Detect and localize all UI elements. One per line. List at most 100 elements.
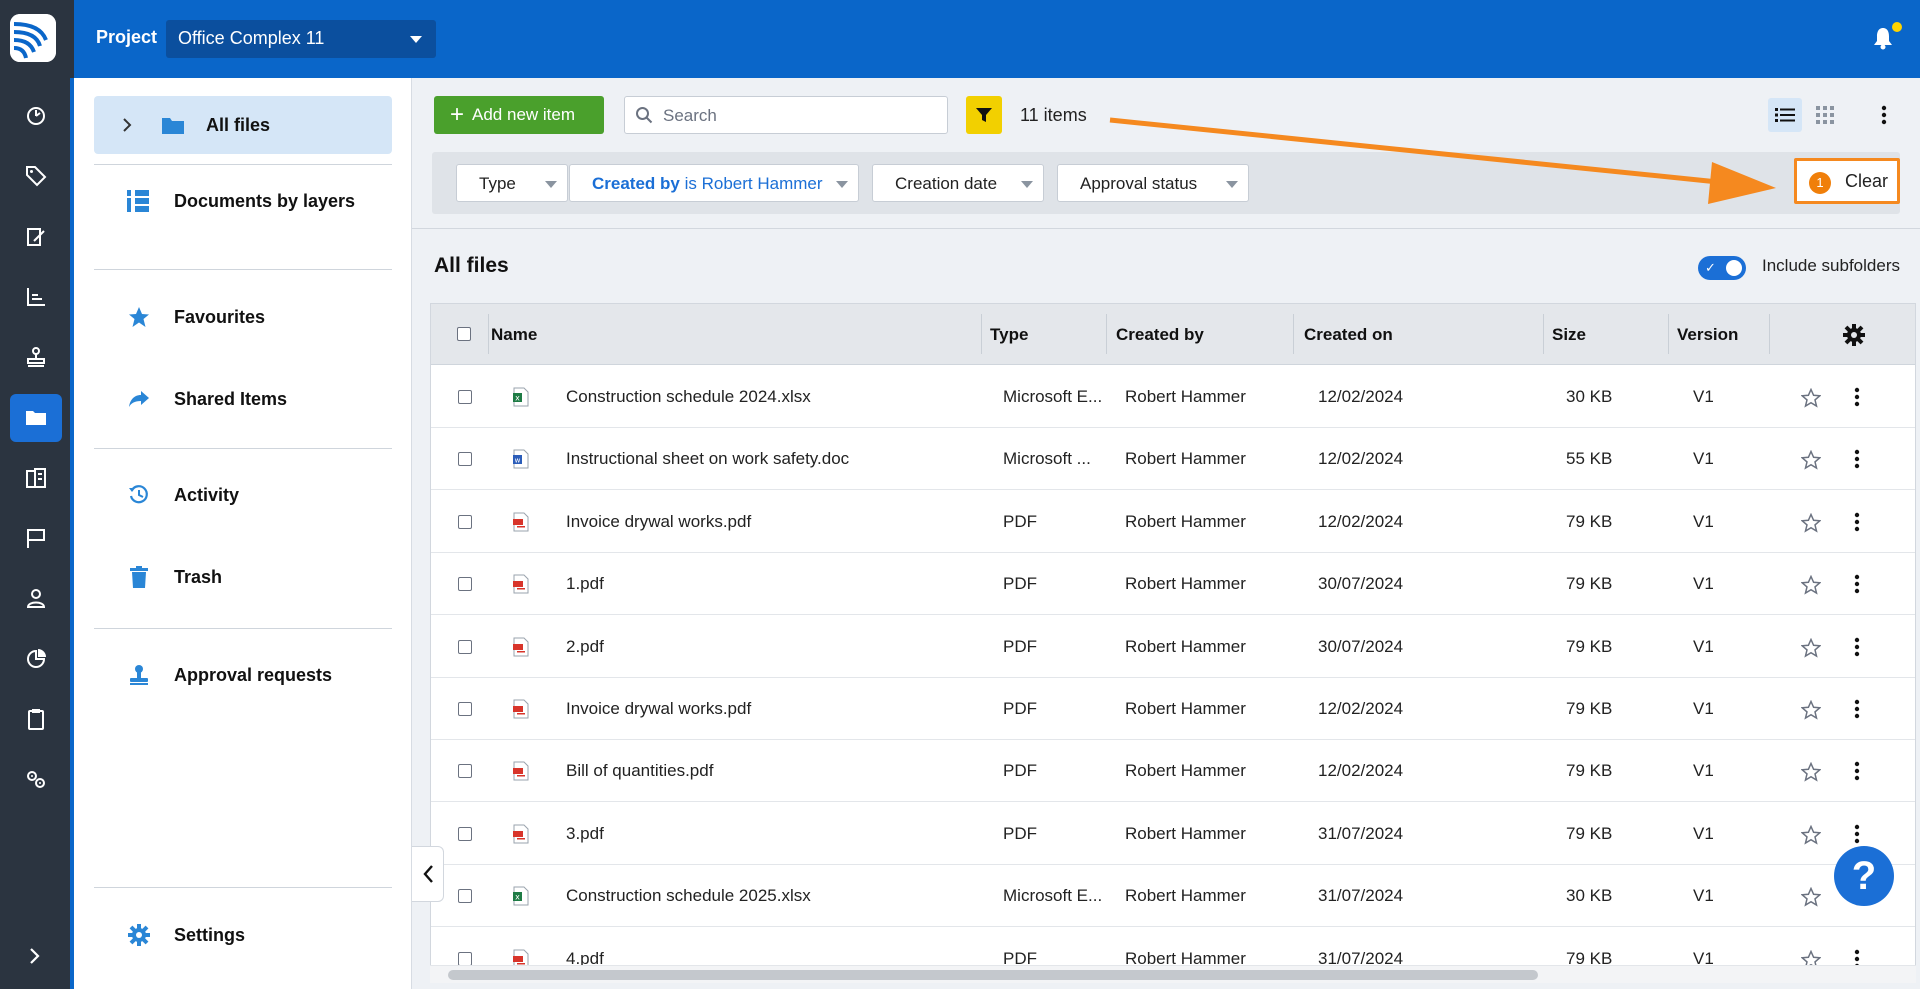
rail-clipboard-button[interactable] (10, 695, 62, 743)
row-checkbox[interactable] (458, 764, 472, 779)
collapse-panel-button[interactable] (412, 846, 444, 902)
kebab-icon[interactable] (1853, 698, 1861, 720)
rail-buildings-button[interactable] (10, 454, 62, 502)
rail-flag-button[interactable] (10, 514, 62, 562)
table-row[interactable]: Invoice drywal works.pdf PDF Robert Hammer… (431, 678, 1915, 740)
buildings-icon (26, 467, 46, 488)
add-new-item-button[interactable]: + Add new item (434, 96, 604, 134)
nav-trash[interactable]: Trash (94, 548, 392, 606)
search-input[interactable]: Search (624, 96, 948, 134)
expand-rail-icon[interactable] (24, 946, 44, 966)
kebab-icon[interactable] (1853, 573, 1861, 595)
star-icon[interactable] (1801, 700, 1821, 720)
file-name[interactable]: Bill of quantities.pdf (566, 761, 966, 781)
rail-user-button[interactable] (10, 574, 62, 622)
app-logo[interactable] (10, 14, 56, 62)
col-name[interactable]: Name (491, 325, 537, 345)
filter-creation-date[interactable]: Creation date (872, 164, 1044, 202)
share-icon (126, 386, 152, 412)
file-type: PDF (1003, 823, 1037, 843)
kebab-icon[interactable] (1853, 448, 1861, 470)
file-name[interactable]: Invoice drywal works.pdf (566, 512, 966, 532)
file-name[interactable]: 2.pdf (566, 637, 966, 657)
col-created-on[interactable]: Created on (1304, 325, 1393, 345)
help-button[interactable]: ? (1834, 846, 1894, 906)
nav-settings[interactable]: Settings (94, 906, 392, 964)
nav-approval-requests[interactable]: Approval requests (94, 646, 392, 704)
kebab-icon[interactable] (1853, 511, 1861, 533)
bell-icon[interactable] (1872, 26, 1894, 50)
col-created-by[interactable]: Created by (1116, 325, 1204, 345)
star-icon[interactable] (1801, 575, 1821, 595)
file-type: PDF (1003, 636, 1037, 656)
row-checkbox[interactable] (458, 452, 472, 467)
star-icon[interactable] (1801, 512, 1821, 533)
file-name[interactable]: Construction schedule 2025.xlsx (566, 886, 966, 906)
nav-activity[interactable]: Activity (94, 466, 392, 524)
table-row[interactable]: 2.pdf PDF Robert Hammer 30/07/2024 79 KB V1 (431, 616, 1915, 678)
chevron-right-icon[interactable] (120, 116, 134, 134)
col-type[interactable]: Type (990, 325, 1028, 345)
rail-chart-button[interactable] (10, 273, 62, 321)
row-checkbox[interactable] (458, 826, 472, 841)
rail-pie-button[interactable] (10, 635, 62, 683)
nav-shared-items[interactable]: Shared Items (94, 370, 392, 428)
kebab-icon[interactable] (1853, 636, 1861, 658)
col-version[interactable]: Version (1677, 325, 1738, 345)
page-title: All files (434, 254, 509, 277)
kebab-icon[interactable] (1853, 823, 1861, 845)
file-name[interactable]: Invoice drywal works.pdf (566, 699, 966, 719)
file-name[interactable]: 1.pdf (566, 574, 966, 594)
rail-settings-gears-button[interactable] (10, 755, 62, 803)
star-icon[interactable] (1801, 388, 1821, 408)
nav-documents-by-layers[interactable]: Documents by layers (94, 172, 392, 230)
horizontal-scrollbar[interactable] (430, 965, 1916, 983)
project-select[interactable]: Office Complex 11 (166, 20, 436, 58)
star-icon[interactable] (1801, 887, 1821, 907)
col-size[interactable]: Size (1552, 325, 1586, 345)
column-settings-gear-icon[interactable] (1843, 324, 1865, 346)
file-name[interactable]: Instructional sheet on work safety.doc (566, 449, 966, 469)
table-row[interactable]: 1.pdf PDF Robert Hammer 30/07/2024 79 KB V1 (431, 553, 1915, 616)
row-checkbox[interactable] (458, 951, 472, 966)
rail-dashboard-button[interactable] (10, 92, 62, 140)
rail-tag-button[interactable] (10, 152, 62, 200)
table-row[interactable]: w Instructional sheet on work safety.doc M… (431, 428, 1915, 491)
row-checkbox[interactable] (458, 390, 472, 404)
row-checkbox[interactable] (458, 639, 472, 654)
file-name[interactable]: 3.pdf (566, 824, 966, 844)
grid-view-button[interactable] (1808, 98, 1842, 132)
filter-toggle-button[interactable] (966, 96, 1002, 134)
table-row[interactable]: x Construction schedule 2024.xlsx Microsof… (431, 366, 1915, 428)
table-row[interactable]: 3.pdf PDF Robert Hammer 31/07/2024 79 KB V1 (431, 803, 1915, 865)
star-icon[interactable] (1801, 637, 1821, 658)
filter-type[interactable]: Type (456, 164, 568, 202)
nav-favourites[interactable]: Favourites (94, 288, 392, 346)
row-checkbox[interactable] (458, 577, 472, 592)
file-name[interactable]: Construction schedule 2024.xlsx (566, 387, 966, 407)
star-icon[interactable] (1801, 450, 1821, 470)
clear-filters-button[interactable]: 1 Clear (1794, 158, 1900, 204)
kebab-icon[interactable] (1853, 760, 1861, 782)
star-icon[interactable] (1801, 762, 1821, 782)
rail-folder-button[interactable] (10, 393, 62, 442)
table-row[interactable]: Invoice drywal works.pdf PDF Robert Hammer… (431, 491, 1915, 553)
table-row[interactable]: Bill of quantities.pdf PDF Robert Hammer 12… (431, 740, 1915, 803)
file-created-on: 31/07/2024 (1318, 886, 1404, 906)
kebab-icon[interactable] (1853, 386, 1861, 408)
row-checkbox[interactable] (458, 889, 472, 904)
more-options-button[interactable] (1872, 98, 1896, 132)
row-checkbox[interactable] (458, 702, 472, 716)
select-all-checkbox[interactable] (457, 327, 471, 341)
file-nav-panel: All files Documents by layers Favourites… (74, 78, 412, 989)
row-checkbox[interactable] (458, 514, 472, 529)
rail-sign-button[interactable] (10, 213, 62, 261)
rail-stamp-button[interactable] (10, 333, 62, 381)
search-placeholder: Search (663, 106, 717, 125)
star-icon[interactable] (1801, 824, 1821, 845)
nav-all-files[interactable]: All files (94, 96, 392, 154)
table-row[interactable]: x Construction schedule 2025.xlsx Microsof… (431, 865, 1915, 928)
include-subfolders-toggle[interactable]: ✓ (1698, 256, 1746, 280)
filter-created-by[interactable]: Created by is Robert Hammer (569, 164, 859, 202)
scrollbar-thumb[interactable] (448, 970, 1538, 980)
